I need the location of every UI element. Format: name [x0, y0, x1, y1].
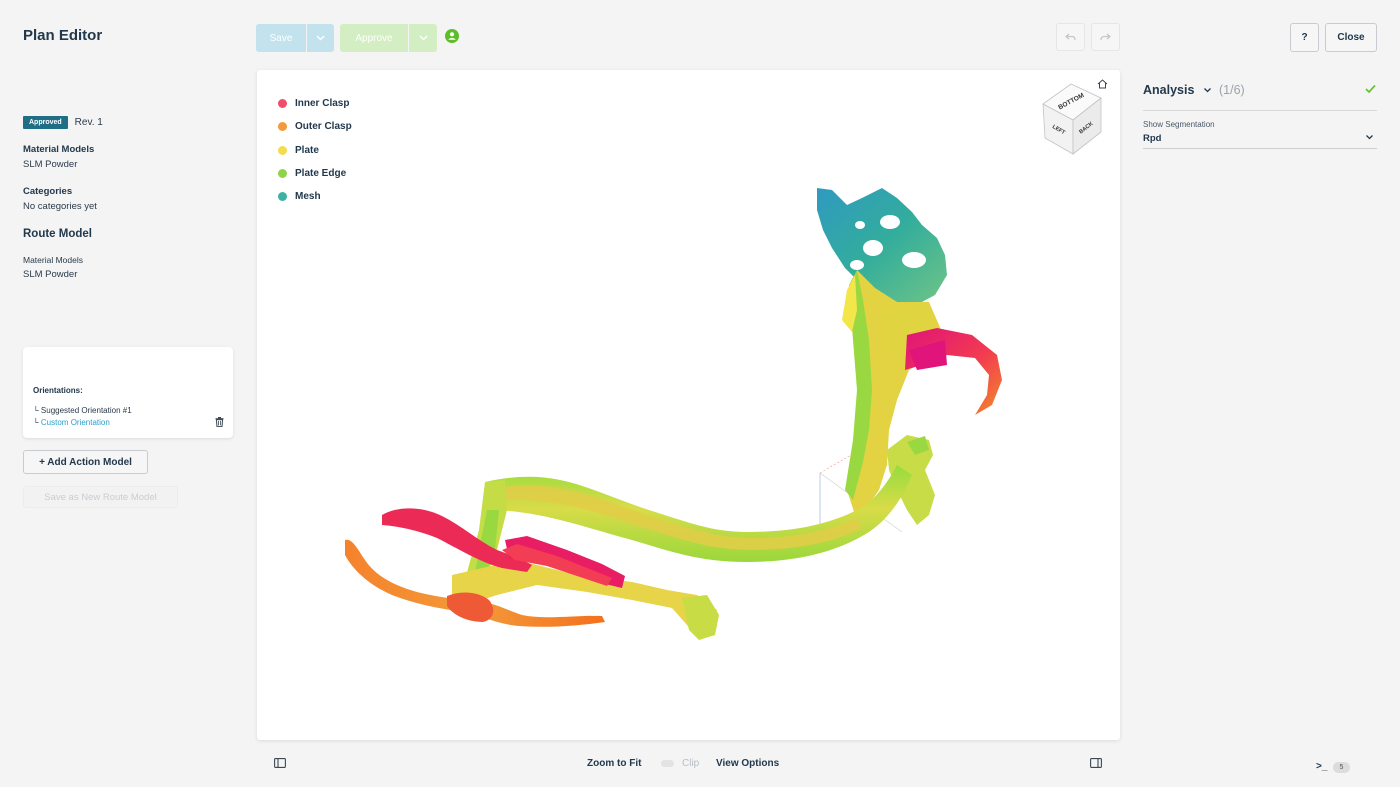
tree-branch-icon: └: [33, 418, 39, 427]
chevron-down-icon: [419, 35, 427, 41]
left-panel-toggle-icon[interactable]: [274, 758, 286, 768]
analysis-title[interactable]: Analysis: [1143, 83, 1194, 97]
check-icon: [1365, 84, 1376, 94]
chevron-down-icon[interactable]: [1203, 86, 1212, 94]
clip-toggle[interactable]: [661, 760, 674, 767]
route-material-models-label: Material Models: [23, 255, 83, 265]
orientation-label: Custom Orientation: [40, 418, 110, 427]
right-panel-toggle-icon[interactable]: [1090, 758, 1102, 768]
orientation-item-suggested[interactable]: └ Suggested Orientation #1: [33, 406, 132, 415]
help-button[interactable]: ?: [1290, 23, 1319, 52]
trash-icon[interactable]: [215, 417, 224, 427]
legend-label: Mesh: [295, 191, 321, 203]
undo-icon: [1065, 33, 1076, 41]
divider: [1143, 148, 1377, 149]
segmentation-select[interactable]: Rpd: [1143, 133, 1161, 144]
revision-label: Rev. 1: [74, 117, 103, 128]
legend-item: Mesh: [278, 185, 352, 208]
orientation-item-custom[interactable]: └ Custom Orientation: [33, 418, 110, 427]
categories-label: Categories: [23, 186, 73, 197]
legend-label: Plate Edge: [295, 168, 347, 180]
legend-label: Plate: [295, 144, 319, 156]
segmentation-label: Show Segmentation: [1143, 120, 1215, 129]
undo-button[interactable]: [1056, 23, 1085, 51]
material-models-value: SLM Powder: [23, 159, 78, 170]
legend-item: Plate Edge: [278, 162, 352, 185]
3d-viewport[interactable]: Inner Clasp Outer Clasp Plate Plate Edge…: [257, 70, 1120, 740]
divider: [1143, 110, 1377, 111]
zoom-to-fit-button[interactable]: Zoom to Fit: [587, 758, 641, 769]
legend-item: Plate: [278, 139, 352, 162]
page-title: Plan Editor: [23, 27, 103, 44]
legend-swatch: [278, 99, 287, 109]
legend-item: Outer Clasp: [278, 115, 352, 138]
approve-dropdown-button[interactable]: [409, 24, 437, 52]
categories-value: No categories yet: [23, 201, 97, 212]
status-badge: Approved: [23, 116, 68, 129]
legend-label: Outer Clasp: [295, 121, 352, 133]
terminal-icon[interactable]: >_: [1316, 761, 1327, 772]
legend-swatch: [278, 192, 287, 202]
view-options-button[interactable]: View Options: [716, 758, 779, 769]
analysis-count: (1/6): [1219, 83, 1245, 97]
save-dropdown-button[interactable]: [307, 24, 334, 52]
material-models-label: Material Models: [23, 144, 95, 155]
orientation-label: Suggested Orientation #1: [40, 406, 132, 415]
orientations-card: Orientations: └ Suggested Orientation #1…: [23, 347, 233, 438]
save-button[interactable]: Save: [256, 24, 306, 52]
clip-label: Clip: [682, 758, 700, 769]
revision-row: Approved Rev. 1: [23, 116, 103, 129]
approver-user-icon[interactable]: [445, 29, 459, 43]
rpd-model-render[interactable]: [257, 70, 1120, 740]
legend: Inner Clasp Outer Clasp Plate Plate Edge…: [278, 92, 352, 208]
chevron-down-icon: [316, 35, 325, 41]
add-action-model-button[interactable]: + Add Action Model: [23, 450, 148, 474]
close-button[interactable]: Close: [1325, 23, 1377, 52]
home-view-icon[interactable]: [1097, 79, 1108, 89]
legend-item: Inner Clasp: [278, 92, 352, 115]
orientations-title: Orientations:: [33, 386, 83, 395]
terminal-count-badge: 5: [1333, 762, 1350, 773]
legend-label: Inner Clasp: [295, 98, 350, 110]
view-cube[interactable]: BOTTOM LEFT BACK: [1037, 78, 1117, 158]
legend-swatch: [278, 145, 287, 155]
legend-swatch: [278, 169, 287, 179]
legend-swatch: [278, 122, 287, 132]
chevron-down-icon[interactable]: [1365, 134, 1374, 141]
redo-icon: [1100, 33, 1111, 41]
redo-button[interactable]: [1091, 23, 1120, 51]
tree-branch-icon: └: [33, 406, 39, 415]
save-as-new-route-model-button[interactable]: Save as New Route Model: [23, 486, 178, 508]
approve-button[interactable]: Approve: [340, 24, 408, 52]
route-model-title: Route Model: [23, 228, 92, 240]
route-material-models-value: SLM Powder: [23, 269, 78, 280]
